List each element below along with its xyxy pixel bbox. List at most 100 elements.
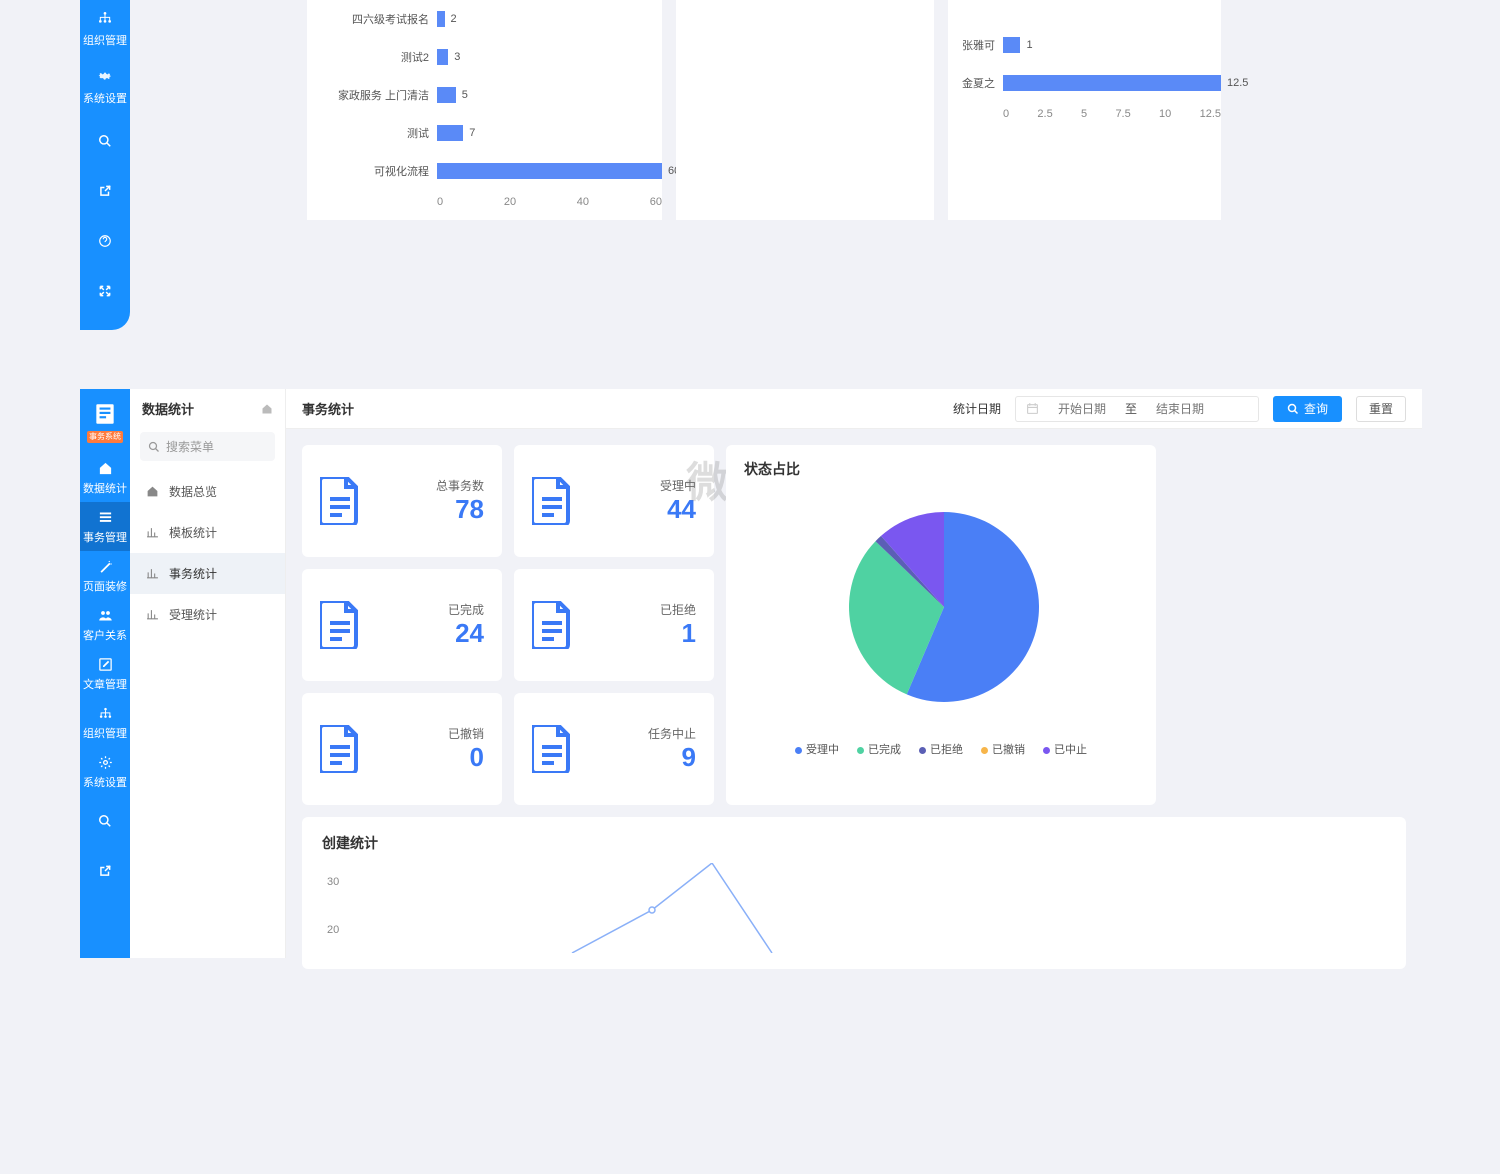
stat-value: 78 bbox=[455, 494, 484, 525]
search-placeholder: 搜索菜单 bbox=[166, 438, 214, 455]
wand-icon bbox=[98, 559, 113, 574]
query-button[interactable]: 查询 bbox=[1273, 396, 1342, 422]
reset-button[interactable]: 重置 bbox=[1356, 396, 1406, 422]
nav-settings[interactable]: 系统设置 bbox=[80, 58, 130, 116]
search-icon bbox=[148, 441, 160, 453]
stat-value: 9 bbox=[682, 742, 696, 773]
nav-external[interactable] bbox=[80, 846, 130, 896]
nav-org[interactable]: 组织管理 bbox=[80, 698, 130, 747]
nav-label: 数据统计 bbox=[83, 483, 127, 495]
stat-card: 已完成24 bbox=[302, 569, 502, 681]
home-icon bbox=[98, 461, 113, 476]
nav-list[interactable]: 事务管理 bbox=[80, 502, 130, 551]
secondary-search[interactable]: 搜索菜单 bbox=[140, 432, 275, 461]
document-icon bbox=[532, 725, 572, 773]
secondary-item[interactable]: 受理统计 bbox=[130, 594, 285, 635]
secondary-title: 数据统计 bbox=[142, 399, 194, 418]
hbar-label: 金夏之 bbox=[948, 75, 1003, 91]
nav-external[interactable] bbox=[80, 166, 130, 216]
app-badge: 事务系统 bbox=[87, 431, 123, 443]
date-label: 统计日期 bbox=[953, 400, 1001, 417]
chart-icon bbox=[146, 567, 159, 580]
nav-users[interactable]: 客户关系 bbox=[80, 600, 130, 649]
chart-icon bbox=[146, 526, 159, 539]
nav-label: 客户关系 bbox=[83, 630, 127, 642]
secondary-label: 数据总览 bbox=[169, 483, 217, 500]
nav-search[interactable] bbox=[80, 796, 130, 846]
line-chart: 30 20 bbox=[322, 863, 1122, 953]
document-icon bbox=[532, 601, 572, 649]
stat-label: 已拒绝 bbox=[660, 601, 696, 618]
list-icon bbox=[98, 510, 113, 525]
nav-label: 组织管理 bbox=[83, 35, 127, 47]
nav-label: 系统设置 bbox=[83, 777, 127, 789]
secondary-item[interactable]: 事务统计 bbox=[130, 553, 285, 594]
hbar-label: 四六级考试报名 bbox=[307, 11, 437, 27]
stat-label: 已完成 bbox=[448, 601, 484, 618]
hbar-label: 张雅可 bbox=[948, 37, 1003, 53]
page-title: 事务统计 bbox=[302, 399, 354, 418]
secondary-item[interactable]: 模板统计 bbox=[130, 512, 285, 553]
stat-value: 44 bbox=[667, 494, 696, 525]
pie-title: 状态占比 bbox=[744, 459, 1138, 479]
start-date-input[interactable] bbox=[1047, 402, 1117, 416]
hbar-row: 测试2 3 bbox=[307, 38, 662, 76]
org-icon bbox=[98, 706, 113, 721]
nav-wand[interactable]: 页面装修 bbox=[80, 551, 130, 600]
nav-edit[interactable]: 文章管理 bbox=[80, 649, 130, 698]
sidebar-upper: 组织管理 系统设置 bbox=[80, 0, 130, 330]
nav-gear[interactable]: 系统设置 bbox=[80, 747, 130, 796]
end-date-input[interactable] bbox=[1145, 402, 1215, 416]
search-icon bbox=[98, 134, 112, 148]
nav-fullscreen[interactable] bbox=[80, 266, 130, 316]
nav-label: 组织管理 bbox=[83, 728, 127, 740]
org-icon bbox=[97, 10, 113, 26]
chart-templates: 四六级考试报名 2测试2 3家政服务 上门清洁 5测试 7可视化流程 60 02… bbox=[307, 0, 662, 220]
create-stats-card: 创建统计 30 20 bbox=[302, 817, 1406, 969]
stat-card: 受理中44 bbox=[514, 445, 714, 557]
secondary-label: 事务统计 bbox=[169, 565, 217, 582]
sidebar-lower: 事务系统数据统计事务管理页面装修客户关系文章管理组织管理系统设置 bbox=[80, 389, 130, 958]
nav-search[interactable] bbox=[80, 116, 130, 166]
stat-label: 任务中止 bbox=[648, 725, 696, 742]
hbar-label: 测试 bbox=[307, 125, 437, 141]
stat-card: 已拒绝1 bbox=[514, 569, 714, 681]
nav-app[interactable]: 事务系统 bbox=[80, 393, 130, 453]
hbar-row: 四六级考试报名 2 bbox=[307, 0, 662, 38]
stat-value: 1 bbox=[682, 618, 696, 649]
chart-users: 张雅可 1金夏之 12.5 02.557.51012.5 bbox=[948, 0, 1221, 220]
nav-label: 系统设置 bbox=[83, 93, 127, 105]
stat-value: 24 bbox=[455, 618, 484, 649]
hbar-row: 金夏之 12.5 bbox=[948, 64, 1221, 102]
stat-label: 已撤销 bbox=[448, 725, 484, 742]
svg-text:20: 20 bbox=[327, 924, 339, 936]
hbar-label: 测试2 bbox=[307, 49, 437, 65]
nav-label: 页面装修 bbox=[83, 581, 127, 593]
nav-home[interactable]: 数据统计 bbox=[80, 453, 130, 502]
search-icon bbox=[98, 814, 112, 828]
stat-value: 0 bbox=[470, 742, 484, 773]
home-icon[interactable] bbox=[261, 403, 273, 415]
hbar-row: 家政服务 上门清洁 5 bbox=[307, 76, 662, 114]
main-panel: 事务统计 统计日期 至 查询 重置 微擎应用商城 总事务数78受理中44状态占比… bbox=[286, 389, 1422, 958]
svg-text:30: 30 bbox=[327, 876, 339, 888]
nav-help[interactable] bbox=[80, 216, 130, 266]
users-icon bbox=[98, 608, 113, 623]
home-icon bbox=[146, 485, 159, 498]
nav-org[interactable]: 组织管理 bbox=[80, 0, 130, 58]
pie-card: 状态占比 受理中已完成已拒绝已撤销已中止 bbox=[726, 445, 1156, 805]
legend-item: 已完成 bbox=[857, 741, 901, 757]
hbar-row: 可视化流程 60 bbox=[307, 152, 662, 190]
topbar: 事务统计 统计日期 至 查询 重置 bbox=[286, 389, 1422, 429]
hbar-row: 张雅可 1 bbox=[948, 26, 1221, 64]
nav-label: 文章管理 bbox=[83, 679, 127, 691]
nav-label: 事务管理 bbox=[83, 532, 127, 544]
secondary-item[interactable]: 数据总览 bbox=[130, 471, 285, 512]
legend-item: 受理中 bbox=[795, 741, 839, 757]
pie-legend: 受理中已完成已拒绝已撤销已中止 bbox=[744, 741, 1138, 757]
document-icon bbox=[320, 725, 360, 773]
date-range[interactable]: 至 bbox=[1015, 396, 1259, 422]
stat-card: 任务中止9 bbox=[514, 693, 714, 805]
fullscreen-icon bbox=[98, 284, 112, 298]
stat-card: 总事务数78 bbox=[302, 445, 502, 557]
